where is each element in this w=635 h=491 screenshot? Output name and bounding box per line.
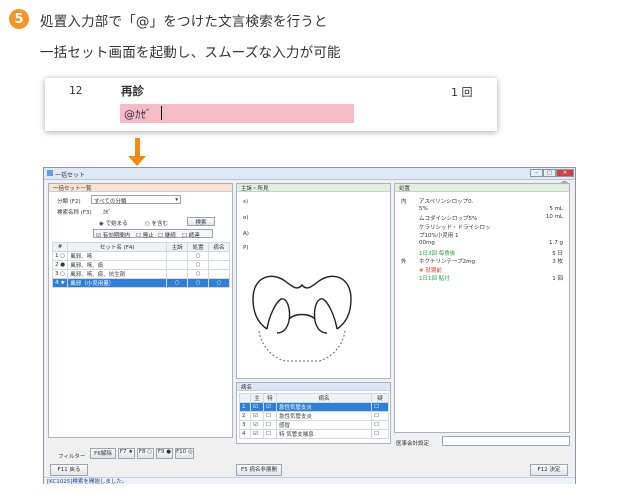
- tooth-diagram-icon: [252, 275, 352, 362]
- order-tag: 内: [401, 199, 407, 205]
- order-text: # 就寝前: [419, 267, 442, 274]
- close-button[interactable]: ✕: [556, 169, 574, 177]
- soap-p-label: P): [243, 245, 249, 251]
- minimize-button[interactable]: –: [530, 169, 543, 177]
- status-text: [KC1025]検索を開始しました。: [47, 479, 128, 485]
- order-qty: 1 回: [552, 276, 563, 283]
- medical-setting-input[interactable]: [442, 436, 570, 446]
- disease-row-selected[interactable]: 1 ☑ ☑ 急性気管支炎 ☐: [239, 402, 389, 412]
- order-text: ケラリシッド・ドライシロッ: [419, 224, 491, 231]
- table-row[interactable]: 2 ● 風邪、咳、痰 ○: [51, 260, 230, 270]
- order-qty: 5 日: [552, 250, 563, 257]
- treatment-search-input[interactable]: @ｶｾﾞ: [120, 104, 354, 123]
- soap-s-label: s): [243, 199, 249, 205]
- text-caret: [161, 106, 162, 120]
- arrow-head-icon: [128, 156, 146, 166]
- row-type: 再診: [121, 84, 144, 98]
- disease-row[interactable]: 2 ☑ ☐ 急性気管支炎 ☐: [239, 411, 389, 421]
- search-name-input[interactable]: ｶｾﾞ: [101, 206, 191, 216]
- order-panel: 処置 内 アスペリンシロップ0. 5% 5 mL ムコダインシロップ5% 10 mL ケラリ…: [394, 183, 570, 433]
- check-teacher[interactable]: ☐ 師連: [182, 231, 200, 239]
- order-line[interactable]: # 就寝前: [395, 266, 571, 274]
- order-text: ムコダインシロップ5%: [419, 216, 478, 223]
- soap-panel: 主訴・所見 s) o) A) P): [236, 183, 391, 379]
- back-button[interactable]: F11 戻る: [50, 464, 88, 476]
- order-line[interactable]: 内 アスペリンシロップ0.: [395, 197, 571, 205]
- order-line[interactable]: 1日3回 毎食後 5 日: [395, 249, 571, 257]
- order-line[interactable]: 00mg 1.7 g: [395, 240, 571, 248]
- medical-setting-label: 医事会計設定: [396, 441, 430, 447]
- order-line[interactable]: 1日1回 貼付 1 回: [395, 274, 571, 282]
- set-list-table: # セット名 (F4) 主訴 処置 病名 1 ○ 風邪、咳 ○ 2 ● 風邪、咳…: [51, 242, 230, 288]
- filter-double-circle-button[interactable]: F10 ◎: [175, 448, 194, 459]
- radio-starts-with[interactable]: ◉ で始まる: [99, 219, 128, 227]
- soap-o-label: o): [243, 215, 249, 221]
- order-text: プ10%小児用 1: [419, 233, 459, 240]
- category-label: 分類 (F2): [57, 199, 81, 205]
- soap-header: 主訴・所見: [237, 184, 390, 192]
- order-line[interactable]: ムコダインシロップ5% 10 mL: [395, 214, 571, 222]
- bulk-set-window: 一括セット – □ ✕ ? 一括セット一覧 分類 (F2) すべての分類 ▾ 検…: [43, 167, 576, 485]
- status-bar: [KC1025]検索を開始しました。: [44, 477, 575, 485]
- order-line[interactable]: 5% 5 mL: [395, 206, 571, 214]
- order-qty: 3 枚: [552, 259, 563, 266]
- soap-a-label: A): [243, 231, 249, 237]
- order-text: 1日1回 貼付: [419, 276, 450, 283]
- arrow-down-icon: [135, 138, 140, 158]
- set-list-panel: 一括セット一覧 分類 (F2) すべての分類 ▾ 検索名称 (F3) ｶｾﾞ ◉…: [48, 183, 233, 438]
- order-line[interactable]: プ10%小児用 1: [395, 231, 571, 239]
- disease-header: 病名: [237, 383, 390, 391]
- order-line[interactable]: 外 ホクナリンテープ2mg 3 枚: [395, 257, 571, 265]
- search-button[interactable]: 検索: [187, 217, 215, 226]
- order-text: 5%: [419, 205, 428, 212]
- filter-circle-button[interactable]: F8 ○: [137, 448, 154, 459]
- order-qty: 5 mL: [549, 205, 563, 212]
- order-text: 00mg: [419, 240, 435, 246]
- disease-table: 主 特 病名 疑 1 ☑ ☑ 急性気管支炎 ☐ 2 ☑ ☐ 急性気管支炎 ☐ 3 ☑ ☐ 感冒 ☐…: [239, 393, 389, 439]
- filter-checks: ☑ 有効期間内 ☐ 廃止 ☐ 継続 ☐ 師連: [93, 229, 213, 239]
- chevron-down-icon: ▾: [175, 197, 178, 203]
- row-number: 12: [69, 84, 83, 97]
- order-text: アスペリンシロップ0.: [419, 199, 474, 205]
- check-abolished[interactable]: ☐ 廃止: [136, 231, 154, 239]
- check-valid-period[interactable]: ☑ 有効期間内: [96, 231, 130, 239]
- intro-line-2: 一括セット画面を起動し、スムーズな入力が可能: [40, 45, 341, 61]
- radio-contains[interactable]: ○ を含む: [145, 219, 168, 227]
- row-count: 1 回: [451, 86, 473, 99]
- ok-button[interactable]: F12 決定: [530, 464, 568, 476]
- filter-clear-button[interactable]: F6解除: [90, 448, 116, 459]
- maximize-button[interactable]: □: [543, 169, 556, 177]
- filter-star-button[interactable]: F7 ★: [118, 448, 135, 459]
- check-continued[interactable]: ☐ 継続: [158, 231, 176, 239]
- table-row-selected[interactable]: 4 ★ 風邪（小児用量） ○ ○ ○: [51, 278, 230, 288]
- input-zoom-card: 12 再診 1 回 @ｶｾﾞ: [45, 78, 497, 131]
- search-label: 検索名称 (F3): [57, 210, 92, 216]
- order-qty: 1.7 g: [549, 240, 563, 246]
- intro-line-1: 処置入力部で「@」をつけた文言検索を行うと: [40, 14, 328, 30]
- step-badge: 5: [9, 9, 29, 29]
- table-row[interactable]: 1 ○ 風邪、咳 ○: [51, 251, 230, 261]
- app-icon: [47, 170, 53, 176]
- input-value: @ｶｾﾞ: [124, 108, 152, 121]
- collapse-disease-button[interactable]: F5 病名非展開: [236, 464, 282, 476]
- table-row[interactable]: 3 ○ 風邪、咳、痰、抗生剤 ○: [51, 269, 230, 279]
- filter-label-text: フィルター: [58, 454, 86, 460]
- category-select[interactable]: すべての分類 ▾: [91, 195, 181, 205]
- disease-panel: 病名 主 特 病名 疑 1 ☑ ☑ 急性気管支炎 ☐ 2 ☑ ☐ 急性気管支炎 ☐ 3 ☑ ☐ …: [236, 382, 391, 444]
- disease-row[interactable]: 3 ☑ ☐ 感冒 ☐: [239, 420, 389, 430]
- filter-dot-button[interactable]: F9 ●: [156, 448, 173, 459]
- disease-row[interactable]: 4 ☑ ☐ 特 気管支喘息 ☐: [239, 429, 389, 439]
- title-bar: 一括セット – □ ✕: [44, 168, 575, 180]
- order-line[interactable]: ケラリシッド・ドライシロッ: [395, 223, 571, 231]
- set-list-header: 一括セット一覧: [49, 184, 232, 192]
- window-title: 一括セット: [55, 172, 86, 179]
- order-header: 処置: [395, 184, 569, 192]
- order-text: ホクナリンテープ2mg: [419, 259, 476, 266]
- order-tag: 外: [401, 259, 407, 266]
- order-text: 1日3回 毎食後: [419, 250, 456, 257]
- order-qty: 10 mL: [545, 214, 563, 221]
